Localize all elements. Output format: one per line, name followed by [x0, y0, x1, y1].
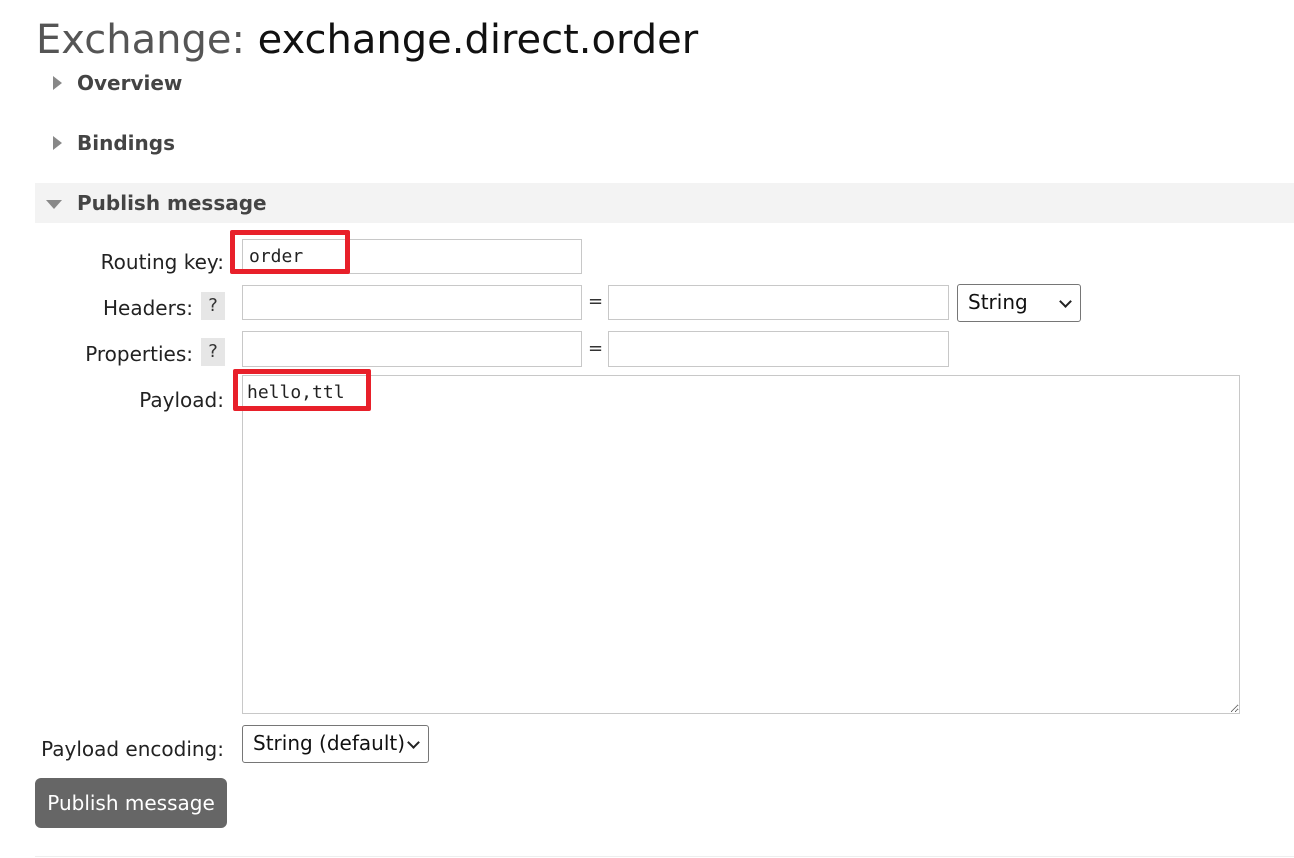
routing-key-input[interactable]: [242, 239, 582, 274]
property-value-input[interactable]: [608, 331, 949, 367]
exchange-name: exchange.direct.order: [257, 17, 699, 63]
payload-label: Payload:: [139, 388, 224, 412]
routing-key-label: Routing key:: [100, 250, 224, 274]
section-overview[interactable]: Overview: [35, 63, 1294, 103]
properties-label: Properties:: [85, 342, 193, 366]
header-key-input[interactable]: [242, 285, 582, 320]
section-publish-label: Publish message: [77, 191, 267, 215]
payload-encoding-selected: String (default): [253, 731, 406, 755]
header-type-select[interactable]: String: [957, 284, 1081, 322]
property-key-input[interactable]: [242, 331, 582, 367]
payload-textarea[interactable]: hello,ttl: [242, 375, 1240, 714]
headers-equals-sign: =: [588, 291, 604, 312]
chevron-down-icon: [407, 736, 420, 749]
properties-equals-sign: =: [588, 338, 604, 359]
section-publish-message[interactable]: Publish message: [35, 183, 1294, 223]
expand-triangle-icon: [53, 136, 62, 150]
headers-label: Headers:: [103, 296, 193, 320]
section-bindings-label: Bindings: [77, 131, 175, 155]
header-type-selected: String: [968, 290, 1028, 314]
payload-encoding-select[interactable]: String (default): [242, 725, 429, 763]
page-title: Exchange: exchange.direct.order: [36, 14, 698, 66]
payload-encoding-label: Payload encoding:: [41, 737, 224, 761]
section-bindings[interactable]: Bindings: [35, 123, 1294, 163]
expand-triangle-icon: [53, 76, 62, 90]
header-value-input[interactable]: [608, 285, 949, 320]
page-title-label: Exchange:: [36, 17, 245, 63]
properties-help-button[interactable]: ?: [201, 338, 225, 366]
publish-message-button[interactable]: Publish message: [35, 778, 227, 828]
headers-help-button[interactable]: ?: [201, 292, 225, 320]
bottom-divider: [35, 856, 1294, 857]
collapse-triangle-icon: [46, 200, 62, 209]
section-overview-label: Overview: [77, 71, 183, 95]
chevron-down-icon: [1059, 295, 1072, 308]
